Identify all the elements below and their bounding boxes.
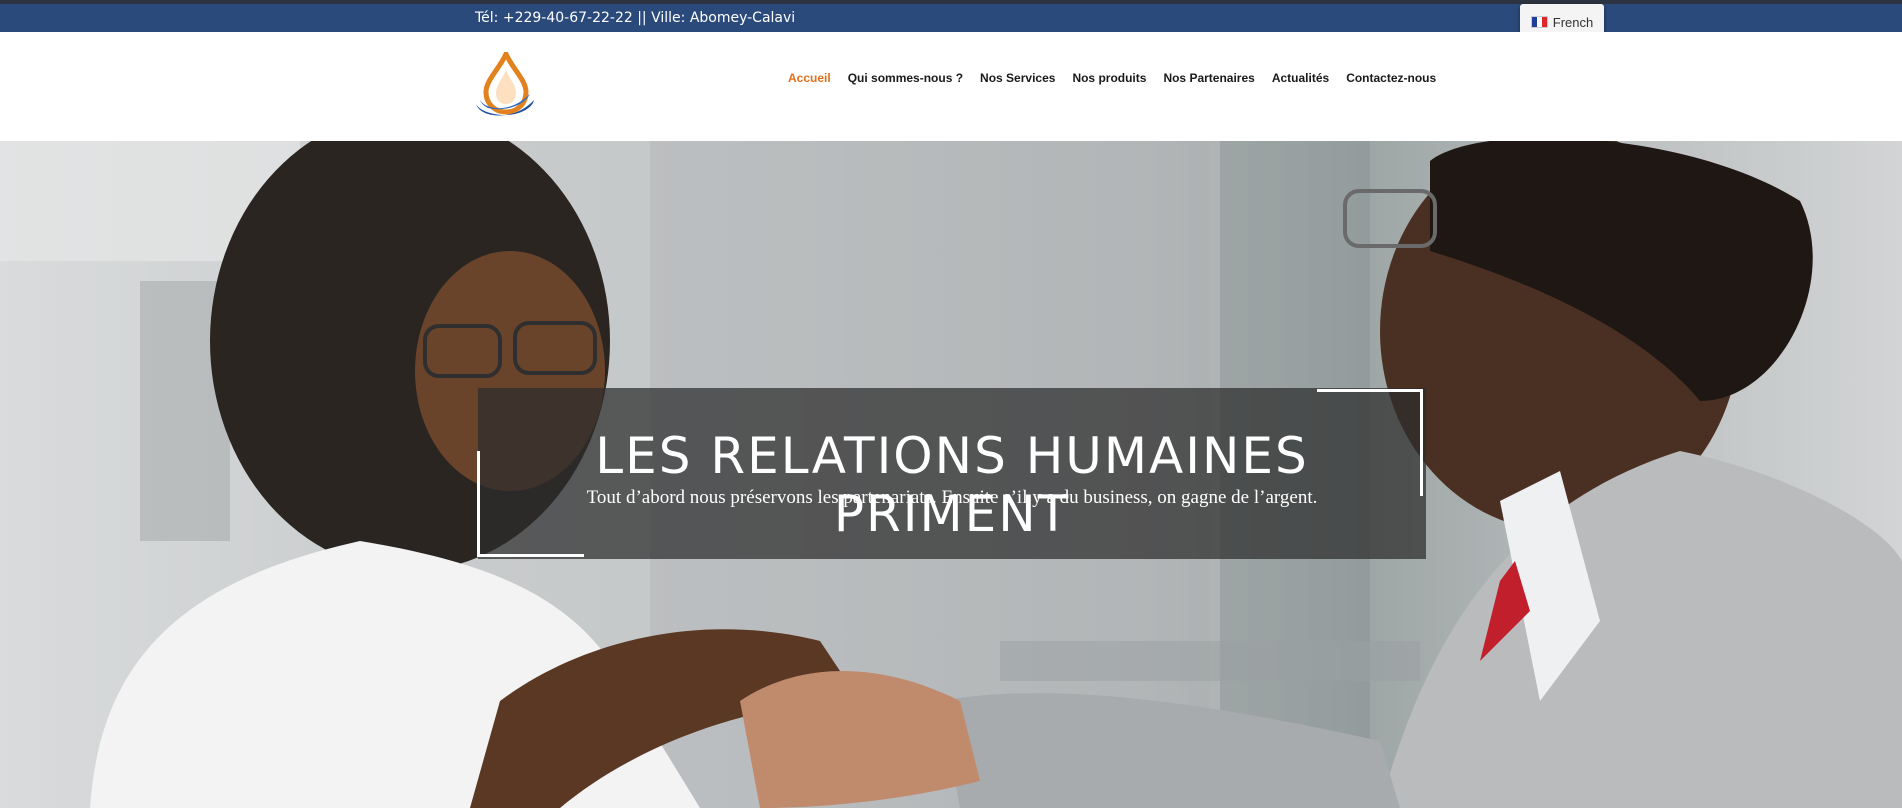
site-header: Accueil Qui sommes-nous ? Nos Services N… <box>0 32 1902 141</box>
french-flag-icon <box>1530 16 1548 28</box>
language-label: French <box>1552 14 1594 30</box>
page: Tél: +229-40-67-22-22 || Ville: Abomey-C… <box>0 0 1902 808</box>
nav-qui-sommes-nous[interactable]: Qui sommes-nous ? <box>848 71 963 85</box>
hero-title: LES RELATIONS HUMAINES PRIMENT <box>595 427 1309 543</box>
main-navigation: Accueil Qui sommes-nous ? Nos Services N… <box>788 71 1453 85</box>
hero-section: LES RELATIONS HUMAINES PRIMENT Tout d’ab… <box>0 141 1902 808</box>
nav-nos-partenaires[interactable]: Nos Partenaires <box>1163 71 1254 85</box>
nav-nos-produits[interactable]: Nos produits <box>1072 71 1146 85</box>
top-info-bar: Tél: +229-40-67-22-22 || Ville: Abomey-C… <box>0 4 1902 32</box>
nav-contactez-nous[interactable]: Contactez-nous <box>1346 71 1436 85</box>
nav-actualites[interactable]: Actualités <box>1272 71 1329 85</box>
nav-accueil[interactable]: Accueil <box>788 71 831 85</box>
drop-logo-icon[interactable] <box>474 52 538 120</box>
hero-subtitle: Tout d’abord nous préservons les partena… <box>586 487 1318 508</box>
nav-nos-services[interactable]: Nos Services <box>980 71 1055 85</box>
contact-info-text: Tél: +229-40-67-22-22 || Ville: Abomey-C… <box>475 10 796 26</box>
